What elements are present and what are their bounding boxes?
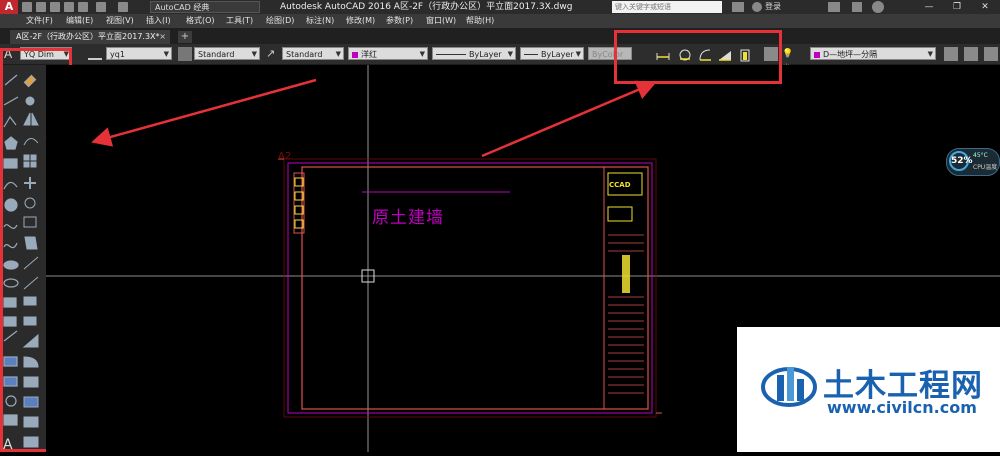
- watermark: 土木工程网 www.civilcn.com: [737, 327, 1000, 452]
- cpu-monitor-widget[interactable]: 52% 45°C CPU温度: [946, 148, 1000, 176]
- arrow-to-dim-toolbar: [481, 80, 657, 158]
- cpu-label: CPU温度: [973, 164, 998, 171]
- dim-toolbar-highlight: [614, 30, 782, 84]
- arrow-to-left-toolbar: [91, 78, 317, 147]
- watermark-logo-icon: [761, 367, 817, 407]
- watermark-url: www.civilcn.com: [827, 398, 977, 417]
- cpu-temp: 45°C: [973, 152, 988, 159]
- cpu-percent: 52%: [949, 151, 973, 171]
